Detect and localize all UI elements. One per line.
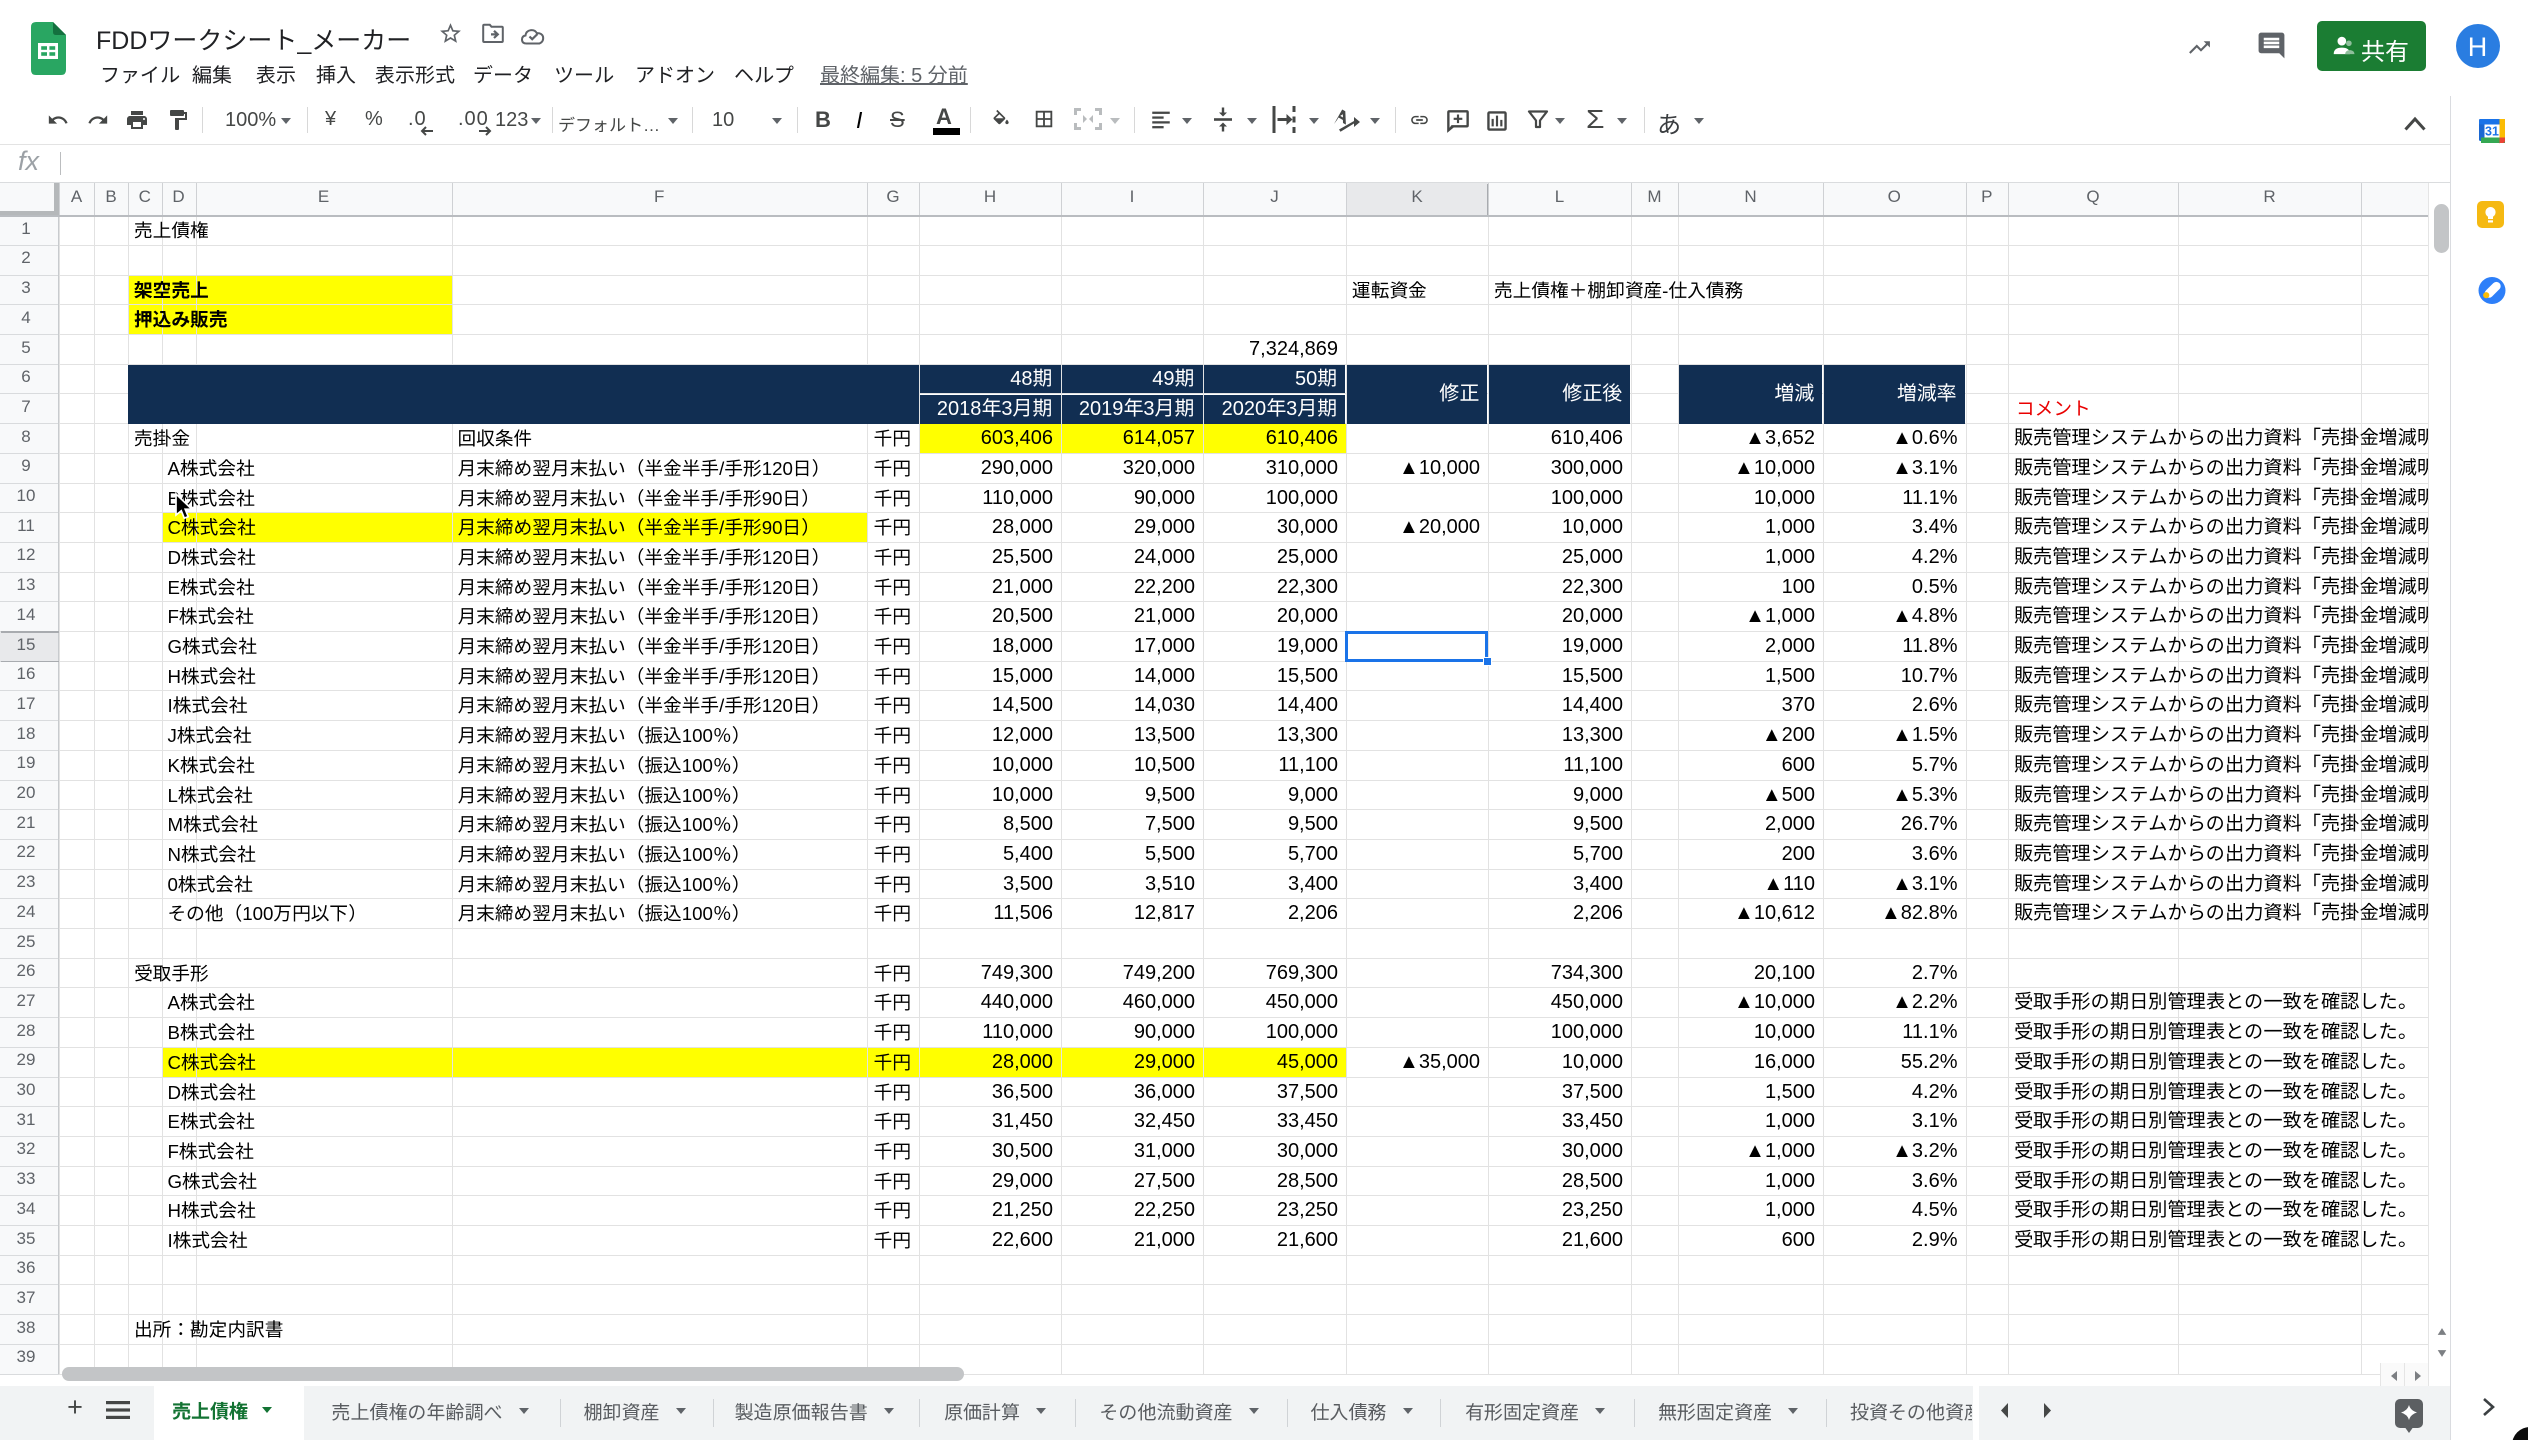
svg-text:31: 31 [2485,125,2499,139]
